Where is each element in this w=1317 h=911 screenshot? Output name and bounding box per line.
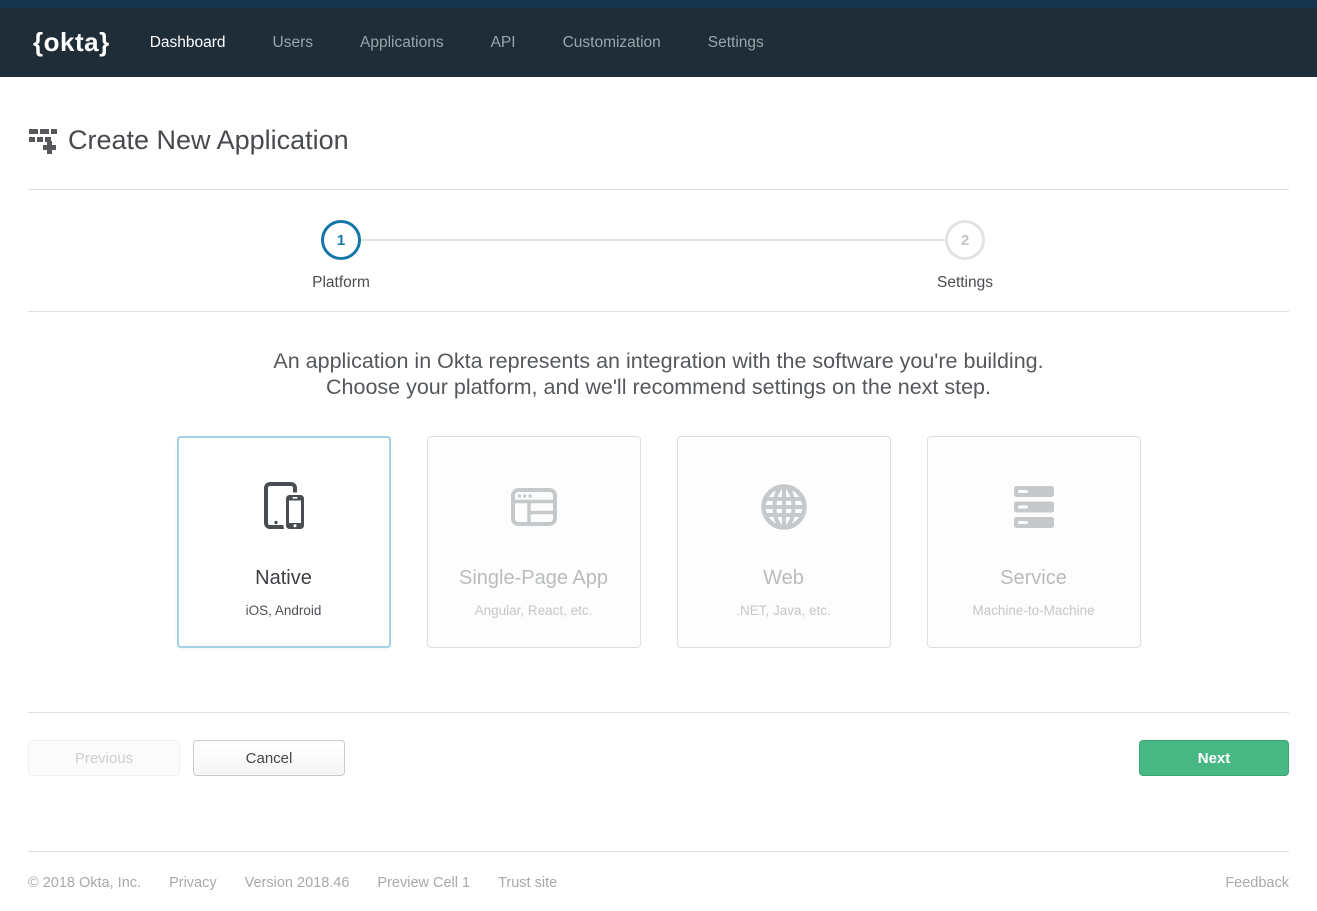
nav-items: Dashboard Users Applications API Customi… [150,34,811,52]
step-2-label: Settings [895,274,1035,292]
preview-cell-text: Preview Cell 1 [377,875,470,891]
platform-card-native[interactable]: Native iOS, Android [177,436,391,648]
platform-card-single-page-app[interactable]: Single-Page App Angular, React, etc. [427,436,641,648]
step-1-label: Platform [271,274,411,292]
platform-card-web[interactable]: Web .NET, Java, etc. [677,436,891,648]
next-button[interactable]: Next [1139,740,1289,776]
wizard-actions: Previous Cancel Next [0,713,1317,776]
browser-top-strip [0,0,1317,8]
globe-icon [756,479,812,535]
page-title: Create New Application [68,125,349,156]
platform-cards: Native iOS, Android Single-Page App Angu… [0,436,1317,648]
nav-item-users[interactable]: Users [273,34,313,52]
platform-description: Angular, React, etc. [475,603,593,618]
privacy-link[interactable]: Privacy [169,875,217,891]
browser-window-icon [506,479,562,535]
top-navbar: {okta} Dashboard Users Applications API … [0,8,1317,77]
platform-name: Native [255,567,312,590]
nav-item-settings[interactable]: Settings [708,34,764,52]
okta-logo[interactable]: {okta} [33,27,110,58]
nav-item-api[interactable]: API [491,34,516,52]
step-2-circle: 2 [945,220,985,260]
page-header: Create New Application [0,77,1317,189]
copyright-text: © 2018 Okta, Inc. [28,875,141,891]
trust-site-link[interactable]: Trust site [498,875,557,891]
platform-description: iOS, Android [246,603,322,618]
platform-name: Single-Page App [459,567,608,590]
step-connector-line [361,239,945,241]
cancel-button[interactable]: Cancel [193,740,345,776]
feedback-link[interactable]: Feedback [1225,875,1289,891]
server-stack-icon [1006,479,1062,535]
step-platform: 1 Platform [271,220,411,292]
nav-item-applications[interactable]: Applications [360,34,444,52]
previous-button[interactable]: Previous [28,740,180,776]
nav-item-customization[interactable]: Customization [563,34,661,52]
intro-text: An application in Okta represents an int… [0,312,1317,400]
mobile-devices-icon [256,479,312,535]
platform-name: Web [763,567,804,590]
platform-card-service[interactable]: Service Machine-to-Machine [927,436,1141,648]
platform-name: Service [1000,567,1067,590]
intro-line-1: An application in Okta represents an int… [0,348,1317,374]
wizard-stepper: 1 Platform 2 Settings [0,190,1317,311]
intro-line-2: Choose your platform, and we'll recommen… [0,374,1317,400]
version-text: Version 2018.46 [245,875,350,891]
apps-add-icon [28,125,59,156]
platform-description: .NET, Java, etc. [736,603,831,618]
nav-item-dashboard[interactable]: Dashboard [150,34,226,52]
page-footer: © 2018 Okta, Inc. Privacy Version 2018.4… [28,851,1289,891]
step-settings: 2 Settings [895,220,1035,292]
step-1-circle: 1 [321,220,361,260]
platform-description: Machine-to-Machine [972,603,1094,618]
